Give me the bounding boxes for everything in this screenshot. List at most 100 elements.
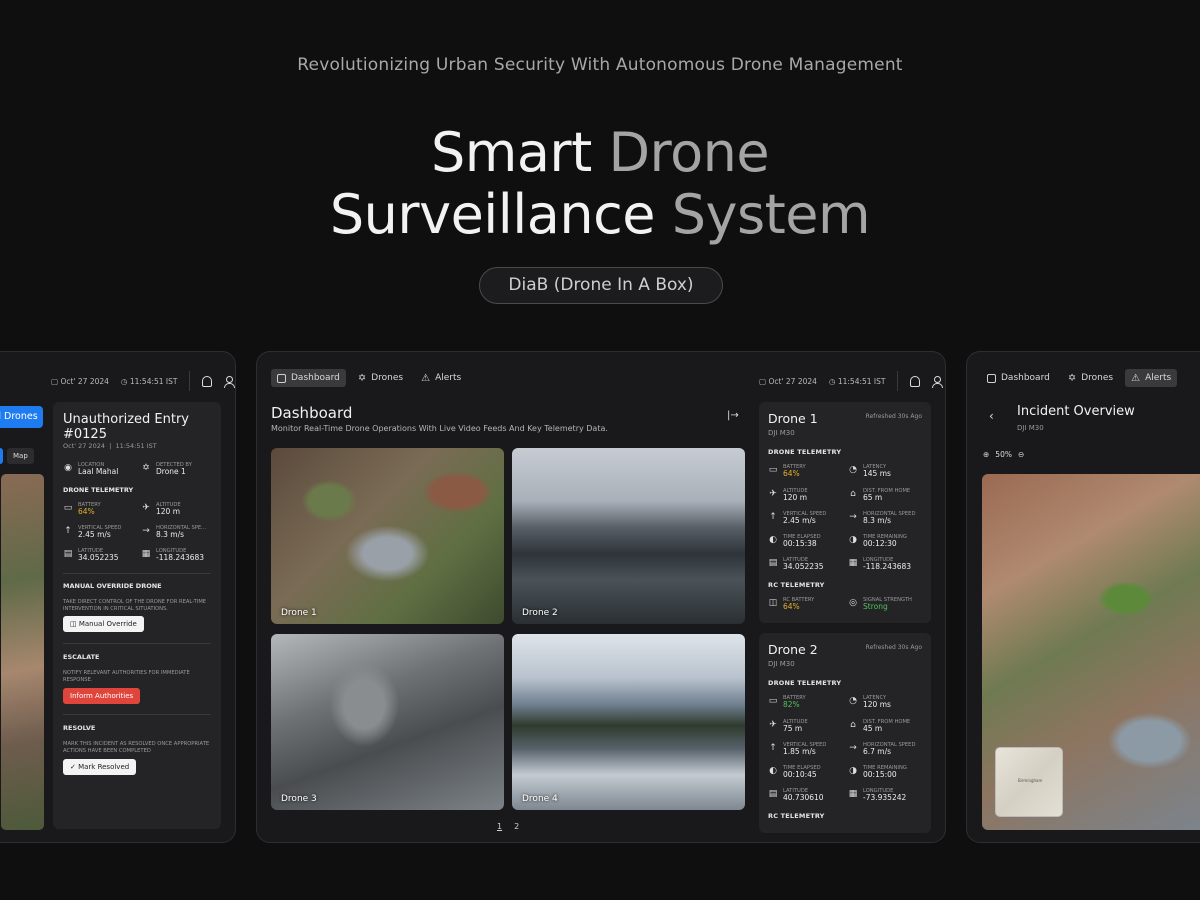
manual-override-button[interactable]: ◫ Manual Override — [63, 616, 144, 632]
incident-map[interactable] — [1, 474, 44, 830]
feed-label: Drone 2 — [522, 608, 558, 618]
page-link[interactable]: 2 — [514, 822, 519, 831]
section-title: RC TELEMETRY — [768, 812, 825, 820]
nav-drones[interactable]: ✡ Drones — [1062, 369, 1119, 387]
drone-icon: ✡ — [142, 463, 150, 473]
metric: ▤ LATITUDE 40.730610 — [768, 788, 824, 802]
page-link[interactable]: 1 — [497, 822, 502, 831]
drone-icon: ✡ — [1067, 372, 1077, 384]
divider — [897, 371, 899, 391]
hero-title: Smart Drone Surveillance System — [0, 122, 1200, 246]
drones-button[interactable]: d Drones — [0, 406, 43, 428]
metric: ↑ VERTICAL SPEED 1.85 m/s — [769, 742, 827, 756]
arrow-right-icon: → — [142, 526, 150, 536]
feed-label: Drone 1 — [281, 608, 317, 618]
user-icon[interactable] — [224, 375, 235, 388]
video-feed[interactable]: Drone 3 — [271, 634, 504, 810]
divider — [63, 714, 211, 715]
video-feed[interactable]: Drone 1 — [271, 448, 504, 624]
inform-authorities-button[interactable]: Inform Authorities — [63, 688, 141, 704]
time-remaining-icon: ◑ — [849, 535, 857, 545]
dashboard-frame: Dashboard ✡ Drones ⚠ Alerts ▢ Oct' 27 2024… — [256, 351, 946, 843]
metric: ◎ SIGNAL STRENGTH Strong — [849, 597, 912, 611]
drone-card: Drone 1 Refreshed 30s Ago DJI M30 DRONE … — [759, 402, 931, 623]
location-metric: ◉ LOCATION Laal Mahal — [64, 462, 119, 476]
expand-icon[interactable]: |→ — [727, 410, 739, 421]
tab-map[interactable]: Map — [7, 448, 34, 464]
hero-title-word: Drone — [608, 121, 770, 184]
feed-label: Drone 4 — [522, 794, 558, 804]
calendar-date: ▢ Oct' 27 2024 — [51, 376, 109, 386]
metric: → HORIZONTAL SPEED 8.3 m/s — [849, 511, 916, 525]
section-title: RESOLVE — [63, 724, 96, 732]
home-icon: ⌂ — [850, 720, 856, 730]
grid-icon — [277, 373, 286, 383]
feed-label: Drone 3 — [281, 794, 317, 804]
incident-title: Unauthorized Entry #0125 — [63, 412, 190, 442]
back-arrow-icon[interactable]: ‹ — [989, 409, 994, 423]
incident-detail-frame: ▢ Oct' 27 2024 ◷ 11:54:51 IST d Drones M… — [0, 351, 236, 843]
drone-icon: ✡ — [357, 372, 367, 384]
drone-model: DJI M30 — [768, 660, 795, 668]
section-description: MARK THIS INCIDENT AS RESOLVED ONCE APPR… — [63, 741, 210, 754]
alert-icon: ⚠ — [421, 372, 431, 384]
incident-overview-frame: Dashboard ✡ Drones ⚠ Alerts ‹ Incident Ove… — [966, 351, 1200, 843]
section-description: TAKE DIRECT CONTROL OF THE DRONE FOR REA… — [63, 599, 207, 612]
topbar-right: ▢ Oct' 27 2024 ◷ 11:54:51 IST — [51, 371, 235, 391]
metric: ▭ BATTERY 64% — [63, 502, 101, 516]
hero-title-word: System — [671, 183, 871, 246]
nav-dashboard[interactable]: Dashboard — [271, 369, 346, 387]
battery-icon: ▭ — [768, 465, 778, 475]
incident-card: Unauthorized Entry #0125 Oct' 27 2024 | … — [53, 402, 221, 829]
section-title: DRONE TELEMETRY — [768, 679, 842, 687]
nav-dashboard[interactable]: Dashboard — [981, 369, 1056, 387]
metric: ◑ TIME REMAINING 00:12:30 — [849, 534, 907, 548]
incident-datetime: Oct' 27 2024 | 11:54:51 IST — [63, 442, 157, 450]
altitude-icon: ✈ — [769, 720, 777, 730]
hero-title-word: Surveillance — [329, 183, 656, 246]
page-description: Monitor Real-Time Drone Operations With … — [271, 424, 608, 433]
page-title: Incident Overview — [1017, 404, 1135, 419]
section-title: DRONE TELEMETRY — [63, 486, 134, 494]
top-nav: Dashboard ✡ Drones ⚠ Alerts — [981, 369, 1178, 387]
time-remaining-icon: ◑ — [849, 766, 857, 776]
bell-icon[interactable] — [202, 375, 213, 387]
metric: ◫ RC BATTERY 64% — [768, 597, 815, 611]
drone-name: Drone 2 — [768, 642, 818, 657]
mark-resolved-button[interactable]: ✓ Mark Resolved — [63, 759, 137, 775]
altitude-icon: ✈ — [142, 503, 150, 513]
longitude-icon: ▦ — [848, 789, 858, 799]
metric: ▤ LATITUDE 34.052235 — [768, 557, 824, 571]
bell-icon[interactable] — [910, 375, 921, 387]
video-feed[interactable]: Drone 2 — [512, 448, 745, 624]
arrow-up-icon: ↑ — [769, 512, 777, 522]
hero-title-word: Smart — [430, 121, 592, 184]
tab-list[interactable] — [0, 448, 3, 464]
topbar-right: ▢ Oct' 27 2024 ◷ 11:54:51 IST — [759, 371, 944, 391]
battery-icon: ▭ — [768, 696, 778, 706]
metric: ✈ ALTITUDE 120 m — [142, 502, 181, 516]
metric: → HORIZONTAL SPEED 6.7 m/s — [849, 742, 916, 756]
section-description: NOTIFY RELEVANT AUTHORITIES FOR IMMEDIAT… — [63, 670, 190, 683]
arrow-up-icon: ↑ — [64, 526, 72, 536]
zoom-in-icon[interactable]: ⊕ — [983, 450, 989, 459]
gamepad-icon: ◫ — [768, 598, 778, 608]
mini-map[interactable]: Birmingham — [995, 747, 1063, 817]
nav-alerts[interactable]: ⚠ Alerts — [415, 369, 467, 387]
metric: ▦ LONGITUDE -118.243683 — [848, 557, 912, 571]
refresh-status: Refreshed 30s Ago — [865, 413, 922, 420]
video-feed[interactable]: Drone 4 — [512, 634, 745, 810]
battery-icon: ▭ — [63, 503, 73, 513]
nav-alerts[interactable]: ⚠ Alerts — [1125, 369, 1178, 387]
home-icon: ⌂ — [850, 489, 856, 499]
zoom-out-icon[interactable]: ⊖ — [1018, 450, 1024, 459]
arrow-up-icon: ↑ — [769, 743, 777, 753]
section-title: ESCALATE — [63, 653, 100, 661]
divider — [189, 371, 191, 391]
metric: ▦ LONGITUDE -118.243683 — [141, 548, 205, 562]
nav-drones[interactable]: ✡ Drones — [352, 369, 409, 387]
user-icon[interactable] — [932, 375, 944, 388]
hero-pill: DiaB (Drone In A Box) — [479, 267, 723, 304]
metric: ⌂ DIST. FROM HOME 65 m — [848, 488, 910, 502]
section-title: MANUAL OVERRIDE DRONE — [63, 582, 162, 590]
